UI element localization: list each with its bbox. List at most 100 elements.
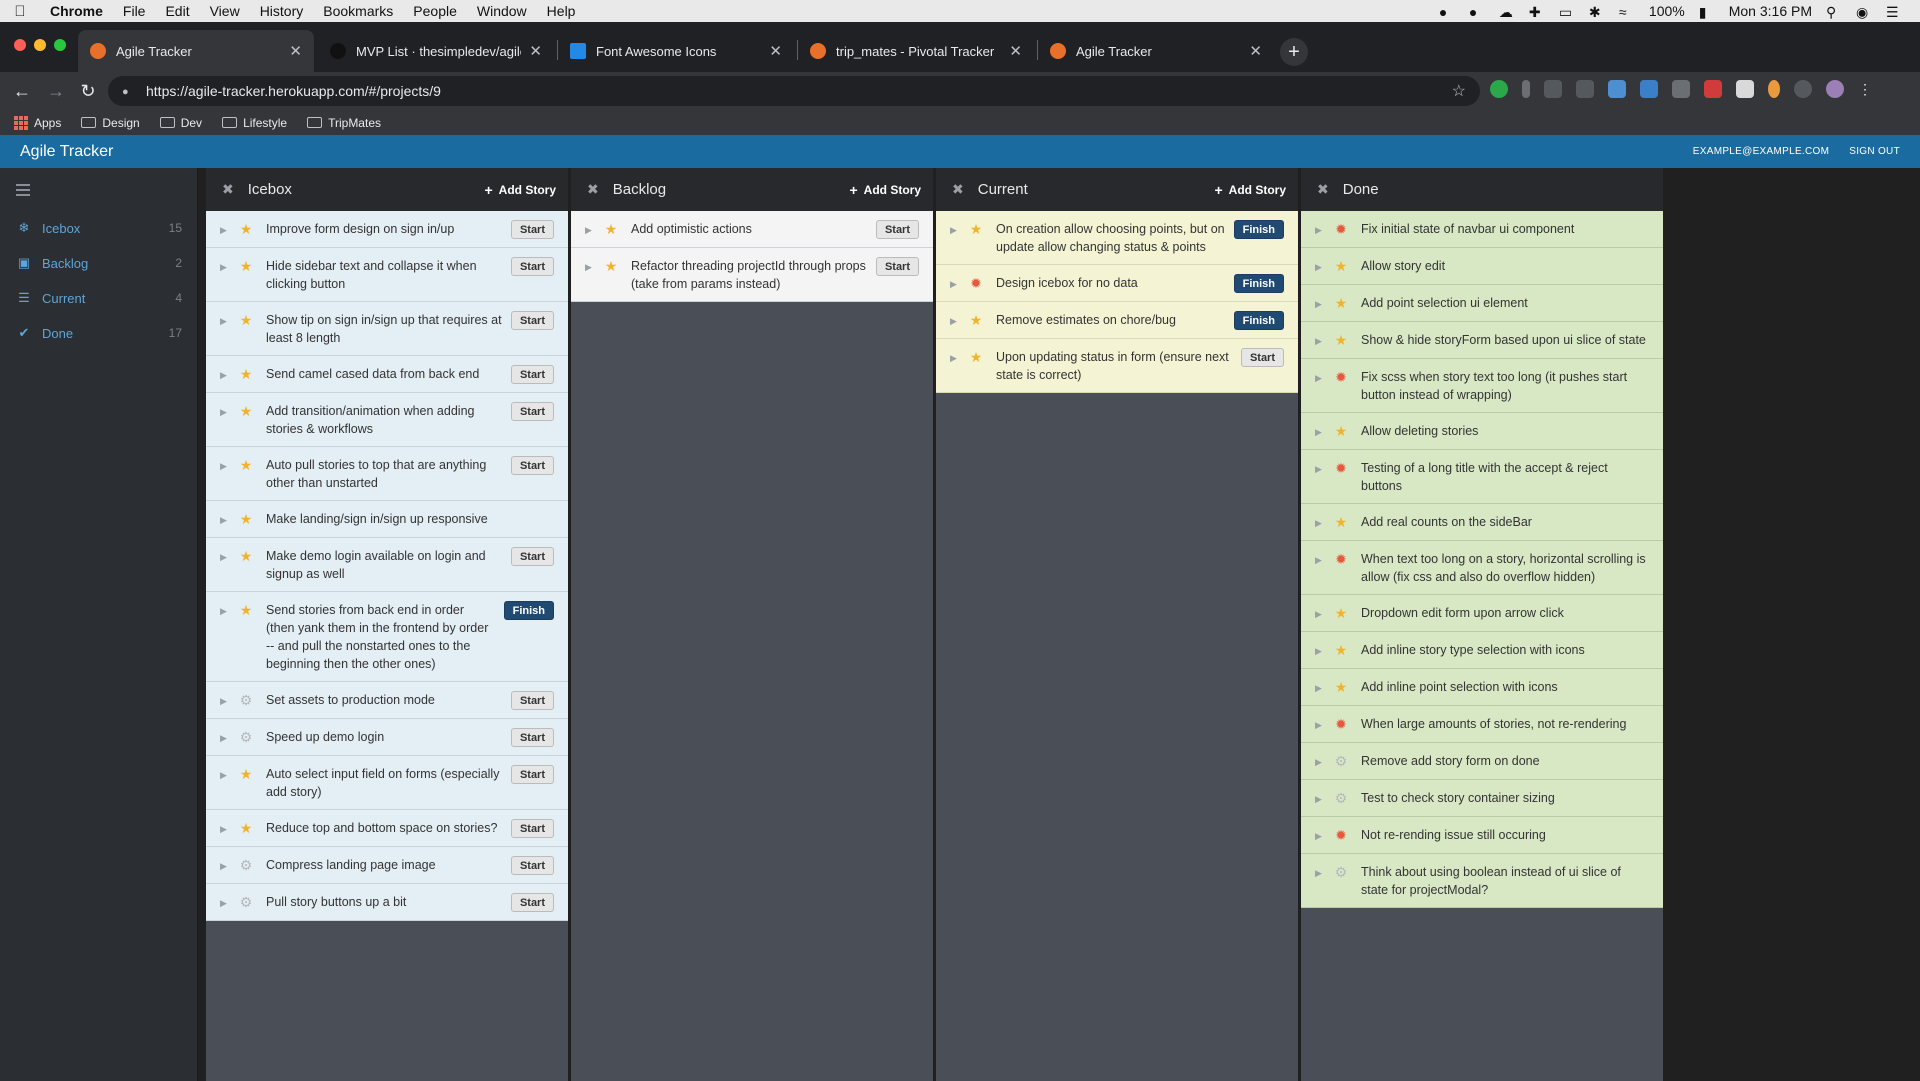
menu-bookmarks[interactable]: Bookmarks <box>313 3 403 19</box>
star-feature-icon[interactable]: ★ <box>968 220 984 238</box>
bookmark-tripmates[interactable]: TripMates <box>307 116 381 130</box>
story-row[interactable]: ▶ ★ Refactor threading projectId through p… <box>571 248 933 302</box>
start-button[interactable]: Start <box>510 456 554 475</box>
story-row[interactable]: ▶ ★ Improve form design on sign in/up Start <box>206 211 568 248</box>
start-button[interactable]: Start <box>510 691 554 710</box>
expand-caret-icon[interactable]: ▶ <box>950 220 960 239</box>
gear-chore-icon[interactable]: ⚙ <box>1333 752 1349 770</box>
start-button[interactable]: Start <box>510 257 554 276</box>
gear-chore-icon[interactable]: ⚙ <box>238 728 254 746</box>
story-row[interactable]: ▶ ★ Send camel cased data from back end Sta… <box>206 356 568 393</box>
gear-chore-icon[interactable]: ⚙ <box>1333 863 1349 881</box>
bug-icon[interactable]: ✹ <box>1333 550 1349 568</box>
star-feature-icon[interactable]: ★ <box>238 402 254 420</box>
star-feature-icon[interactable]: ★ <box>238 220 254 238</box>
expand-caret-icon[interactable]: ▶ <box>950 311 960 330</box>
expand-caret-icon[interactable]: ▶ <box>1315 331 1325 350</box>
expand-caret-icon[interactable]: ▶ <box>1315 715 1325 734</box>
expand-caret-icon[interactable]: ▶ <box>1315 294 1325 313</box>
siri-icon[interactable]: ◉ <box>1856 4 1872 20</box>
story-row[interactable]: ▶ ✹ Fix initial state of navbar ui compone… <box>1301 211 1663 248</box>
tab-close-icon[interactable]: ✕ <box>1249 42 1262 60</box>
sidebar-item-backlog[interactable]: ▣ Backlog 2 <box>0 247 198 279</box>
expand-caret-icon[interactable]: ▶ <box>1315 678 1325 697</box>
story-row[interactable]: ▶ ★ Add point selection ui element <box>1301 285 1663 322</box>
bug-icon[interactable]: ✹ <box>1333 826 1349 844</box>
star-feature-icon[interactable]: ★ <box>1333 331 1349 349</box>
star-feature-icon[interactable]: ★ <box>1333 257 1349 275</box>
back-arrow-icon[interactable]: ← <box>8 77 36 105</box>
battery-percent[interactable]: 100% <box>1649 3 1685 19</box>
star-feature-icon[interactable]: ★ <box>1333 641 1349 659</box>
start-button[interactable]: Start <box>510 402 554 421</box>
address-bar[interactable]: ● https://agile-tracker.herokuapp.com/#/… <box>108 76 1480 106</box>
status-bluetooth-icon[interactable]: ✱ <box>1589 4 1605 20</box>
finish-button[interactable]: Finish <box>1233 220 1284 239</box>
start-button[interactable]: Start <box>510 819 554 838</box>
close-column-icon[interactable]: ✖ <box>952 181 964 198</box>
menu-history[interactable]: History <box>250 3 314 19</box>
close-column-icon[interactable]: ✖ <box>1317 181 1329 198</box>
expand-caret-icon[interactable]: ▶ <box>220 402 230 421</box>
start-button[interactable]: Start <box>510 365 554 384</box>
story-row[interactable]: ▶ ★ Send stories from back end in order (t… <box>206 592 568 682</box>
story-row[interactable]: ▶ ★ Make landing/sign in/sign up responsiv… <box>206 501 568 538</box>
app-brand[interactable]: Agile Tracker <box>20 143 113 161</box>
story-row[interactable]: ▶ ⚙ Test to check story container sizing <box>1301 780 1663 817</box>
sidebar-item-icebox[interactable]: ❄ Icebox 15 <box>0 212 198 244</box>
bug-icon[interactable]: ✹ <box>1333 368 1349 386</box>
story-row[interactable]: ▶ ★ Add transition/animation when adding s… <box>206 393 568 447</box>
start-button[interactable]: Start <box>1240 348 1284 367</box>
chrome-menu-icon[interactable]: ⋮ <box>1858 80 1872 98</box>
minimize-window-button[interactable] <box>34 39 46 51</box>
sidebar-item-current[interactable]: ☰ Current 4 <box>0 282 198 314</box>
story-row[interactable]: ▶ ★ Allow deleting stories <box>1301 413 1663 450</box>
expand-caret-icon[interactable]: ▶ <box>1315 863 1325 882</box>
star-feature-icon[interactable]: ★ <box>1333 294 1349 312</box>
menu-file[interactable]: File <box>113 3 156 19</box>
star-feature-icon[interactable]: ★ <box>1333 513 1349 531</box>
story-row[interactable]: ▶ ⚙ Compress landing page image Start <box>206 847 568 884</box>
star-feature-icon[interactable]: ★ <box>238 456 254 474</box>
expand-caret-icon[interactable]: ▶ <box>1315 826 1325 845</box>
expand-caret-icon[interactable]: ▶ <box>585 257 595 276</box>
browser-tab-agile-tracker[interactable]: Agile Tracker ✕ <box>78 30 314 72</box>
extension-orange-icon[interactable] <box>1768 80 1780 98</box>
menu-window[interactable]: Window <box>467 3 537 19</box>
expand-caret-icon[interactable]: ▶ <box>1315 789 1325 808</box>
bookmark-design[interactable]: Design <box>81 116 140 130</box>
extension-red-icon[interactable] <box>1704 80 1722 98</box>
extension-bottle-icon[interactable] <box>1522 80 1530 98</box>
status-display-icon[interactable]: ▭ <box>1559 4 1575 20</box>
status-cloud-icon[interactable]: ☁ <box>1499 4 1515 20</box>
star-feature-icon[interactable]: ★ <box>603 257 619 275</box>
menu-view[interactable]: View <box>200 3 250 19</box>
expand-caret-icon[interactable]: ▶ <box>1315 641 1325 660</box>
browser-tab-agile-tracker-2[interactable]: Agile Tracker ✕ <box>1038 30 1274 72</box>
notification-center-icon[interactable]: ☰ <box>1886 4 1902 20</box>
expand-caret-icon[interactable]: ▶ <box>1315 257 1325 276</box>
start-button[interactable]: Start <box>510 856 554 875</box>
add-story-button[interactable]: + Add Story <box>484 182 556 198</box>
expand-caret-icon[interactable]: ▶ <box>220 728 230 747</box>
gear-chore-icon[interactable]: ⚙ <box>1333 789 1349 807</box>
story-row[interactable]: ▶ ★ Show & hide storyForm based upon ui sl… <box>1301 322 1663 359</box>
expand-caret-icon[interactable]: ▶ <box>220 765 230 784</box>
story-row[interactable]: ▶ ★ Remove estimates on chore/bug Finish <box>936 302 1298 339</box>
expand-caret-icon[interactable]: ▶ <box>220 510 230 529</box>
expand-caret-icon[interactable]: ▶ <box>1315 550 1325 569</box>
menu-people[interactable]: People <box>403 3 467 19</box>
story-row[interactable]: ▶ ✹ When large amounts of stories, not re-… <box>1301 706 1663 743</box>
story-row[interactable]: ▶ ★ Reduce top and bottom space on stories… <box>206 810 568 847</box>
forward-arrow-icon[interactable]: → <box>42 77 70 105</box>
expand-caret-icon[interactable]: ▶ <box>950 348 960 367</box>
story-row[interactable]: ▶ ★ Show tip on sign in/sign up that requi… <box>206 302 568 356</box>
star-feature-icon[interactable]: ★ <box>968 311 984 329</box>
expand-caret-icon[interactable]: ▶ <box>220 819 230 838</box>
story-row[interactable]: ▶ ✹ Not re-rending issue still occuring <box>1301 817 1663 854</box>
finish-button[interactable]: Finish <box>503 601 554 620</box>
sign-out-link[interactable]: SIGN OUT <box>1849 146 1900 157</box>
story-row[interactable]: ▶ ✹ Testing of a long title with the accep… <box>1301 450 1663 504</box>
star-feature-icon[interactable]: ★ <box>238 257 254 275</box>
expand-caret-icon[interactable]: ▶ <box>1315 752 1325 771</box>
